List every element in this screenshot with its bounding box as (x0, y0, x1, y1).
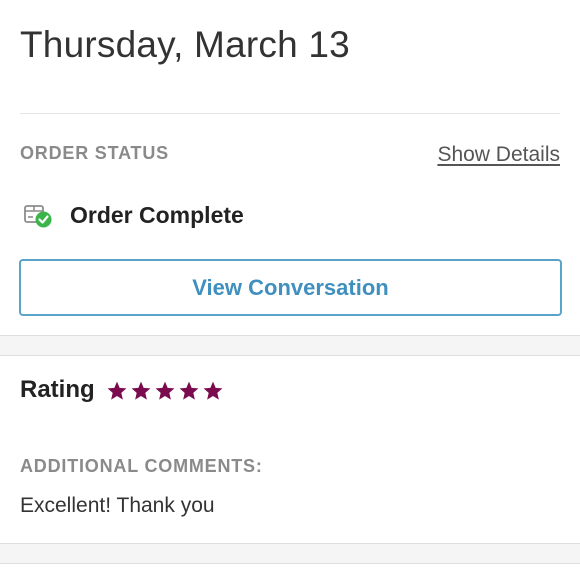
star-icon (106, 380, 128, 402)
order-status-text: Order Complete (70, 201, 244, 228)
order-status-label: ORDER STATUS (20, 143, 169, 163)
star-icon (202, 380, 224, 402)
rating-stars (106, 380, 224, 402)
next-card (0, 564, 580, 579)
rating-label: Rating (20, 376, 95, 403)
star-icon (154, 380, 176, 402)
page-title: Thursday, March 13 (20, 24, 350, 65)
section-separator (0, 543, 580, 564)
additional-comments-label: ADDITIONAL COMMENTS: (20, 456, 263, 476)
divider (20, 113, 560, 114)
package-check-icon (22, 199, 54, 231)
additional-comments-text: Excellent! Thank you (20, 494, 215, 517)
star-icon (178, 380, 200, 402)
show-details-link[interactable]: Show Details (437, 143, 560, 167)
star-icon (130, 380, 152, 402)
section-separator (0, 335, 580, 356)
order-status-row: Order Complete (22, 198, 244, 232)
view-conversation-button[interactable]: View Conversation (19, 259, 562, 316)
